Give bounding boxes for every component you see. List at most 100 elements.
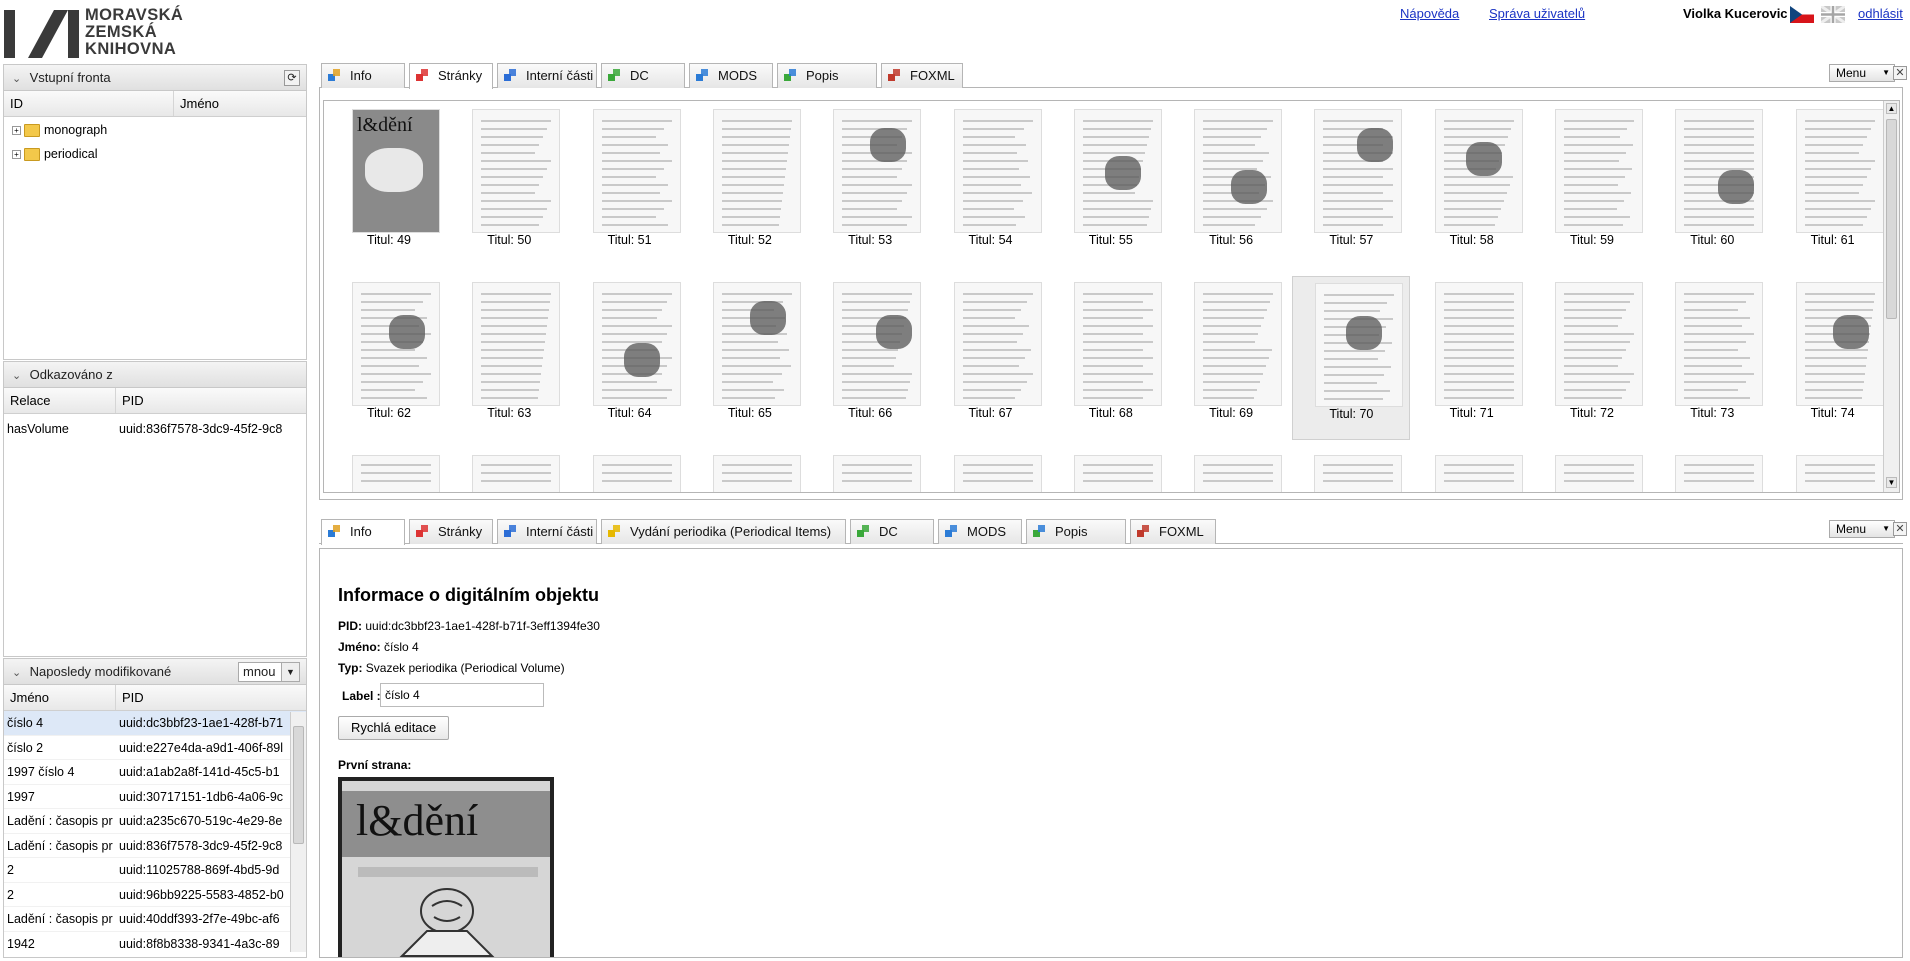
page-thumbnail[interactable]: Titul: 71 [1413,276,1531,440]
table-row[interactable]: 2 uuid:11025788-869f-4bd5-9d [4,858,306,883]
tab-info[interactable]: Info [321,519,405,545]
page-thumbnail[interactable]: Titul: 64 [571,276,689,440]
column-name[interactable]: Jméno [4,685,116,710]
tab-interní-části[interactable]: Interní části [497,519,597,544]
table-row[interactable]: 1997 uuid:30717151-1db6-4a06-9c [4,785,306,809]
page-thumbnail[interactable]: Titul: 67 [932,276,1050,440]
input-queue-header[interactable]: ⌄ Vstupní fronta ⟳ [4,65,306,91]
column-pid[interactable]: PID [116,388,306,413]
page-thumbnail[interactable]: Titul: 59 [1533,103,1651,267]
vertical-splitter[interactable] [309,64,315,958]
tab-foxml[interactable]: FOXML [881,63,963,88]
table-row[interactable]: číslo 4 uuid:dc3bbf23-1ae1-428f-b71 [4,711,306,736]
page-thumbnail[interactable] [1292,449,1410,492]
table-row[interactable]: číslo 2 uuid:e227e4da-a9d1-406f-89l [4,736,306,760]
referenced-header[interactable]: ⌄ Odkazováno z [4,362,306,388]
table-row[interactable]: 2 uuid:96bb9225-5583-4852-b0 [4,883,306,907]
column-name[interactable]: Jméno [174,91,306,116]
table-row[interactable]: Ladění : časopis pr uuid:836f7578-3dc9-45… [4,834,306,858]
recent-scrollbar[interactable] [290,712,306,952]
page-thumbnail[interactable] [1533,449,1651,492]
page-thumbnail[interactable]: Titul: 60 [1653,103,1771,267]
expand-icon[interactable]: + [12,150,21,160]
table-row[interactable]: 1997 číslo 4 uuid:a1ab2a8f-141d-45c5-b1 [4,760,306,785]
page-thumbnail[interactable]: Titul: 61 [1774,103,1892,267]
page-thumbnail[interactable]: Titul: 74 [1774,276,1892,440]
collapse-chevron-icon[interactable]: ⌄ [12,363,26,389]
page-thumbnail[interactable] [1172,449,1290,492]
first-page-image[interactable]: l&dění [338,777,554,957]
english-flag-icon[interactable] [1821,6,1845,23]
scroll-thumb[interactable] [293,726,304,844]
page-thumbnail[interactable]: Titul: 56 [1172,103,1290,267]
table-row[interactable]: hasVolume uuid:836f7578-3dc9-45f2-9c8 [4,417,306,442]
recent-header[interactable]: ⌄ Naposledy modifikované mnou ▼ [4,659,306,685]
page-thumbnail[interactable] [571,449,689,492]
page-thumbnail[interactable]: Titul: 58 [1413,103,1531,267]
page-thumbnail[interactable]: Titul: 51 [571,103,689,267]
page-thumbnail[interactable] [330,449,448,492]
tree-node-periodical[interactable]: + periodical [12,145,97,163]
page-thumbnail[interactable]: Titul: 63 [450,276,568,440]
column-pid[interactable]: PID [116,685,290,710]
collapse-chevron-icon[interactable]: ⌄ [12,66,26,92]
chevron-down-icon[interactable]: ▼ [281,663,299,681]
horizontal-splitter[interactable] [319,504,1903,512]
page-thumbnail[interactable]: Titul: 52 [691,103,809,267]
tab-dc[interactable]: DC [850,519,934,544]
tab-vydání-periodika-periodical-items-[interactable]: Vydání periodika (Periodical Items) [601,519,846,544]
help-link[interactable]: Nápověda [1400,6,1459,21]
scroll-up-icon[interactable]: ▲ [1886,103,1897,114]
tab-mods[interactable]: MODS [938,519,1022,544]
page-thumbnail[interactable]: Titul: 69 [1172,276,1290,440]
page-thumbnail[interactable] [1052,449,1170,492]
page-thumbnail[interactable] [1413,449,1531,492]
thumbnail-scrollbar[interactable]: ▲ ▼ [1883,101,1899,492]
table-row[interactable]: Ladění : časopis pr uuid:40ddf393-2f7e-49… [4,907,306,932]
page-thumbnail[interactable]: Titul: 50 [450,103,568,267]
page-thumbnail[interactable]: Titul: 68 [1052,276,1170,440]
logout-link[interactable]: odhlásit [1858,6,1903,21]
page-thumbnail[interactable] [691,449,809,492]
tab-info[interactable]: Info [321,63,405,88]
page-thumbnail[interactable] [450,449,568,492]
close-icon[interactable]: ✕ [1893,522,1907,536]
close-icon[interactable]: ✕ [1893,66,1907,80]
column-id[interactable]: ID [4,91,174,116]
tab-stránky[interactable]: Stránky [409,63,493,89]
page-thumbnail[interactable]: Titul: 55 [1052,103,1170,267]
page-thumbnail[interactable]: Titul: 54 [932,103,1050,267]
tab-mods[interactable]: MODS [689,63,773,88]
page-thumbnail[interactable] [1774,449,1892,492]
page-thumbnail[interactable]: l&dění Titul: 49 [330,103,448,267]
page-thumbnail[interactable] [932,449,1050,492]
refresh-icon[interactable]: ⟳ [284,70,300,86]
page-thumbnail[interactable] [811,449,929,492]
expand-icon[interactable]: + [12,126,21,136]
page-thumbnail[interactable]: Titul: 72 [1533,276,1651,440]
scroll-thumb[interactable] [1886,119,1897,319]
tab-foxml[interactable]: FOXML [1130,519,1216,544]
quick-edit-button[interactable]: Rychlá editace [338,716,450,740]
tree-node-monograph[interactable]: + monograph [12,121,107,139]
tab-popis[interactable]: Popis [1026,519,1126,544]
user-management-link[interactable]: Správa uživatelů [1489,6,1585,21]
page-thumbnail[interactable]: Titul: 65 [691,276,809,440]
label-input[interactable] [380,683,544,707]
filter-select[interactable]: mnou ▼ [238,662,300,682]
scroll-down-icon[interactable]: ▼ [1886,477,1897,488]
top-menu-button[interactable]: Menu ▼ [1829,64,1895,82]
czech-flag-icon[interactable] [1790,6,1814,23]
page-thumbnail[interactable]: Titul: 66 [811,276,929,440]
column-relation[interactable]: Relace [4,388,116,413]
tab-dc[interactable]: DC [601,63,685,88]
collapse-chevron-icon[interactable]: ⌄ [12,660,26,686]
table-row[interactable]: 1942 uuid:8f8b8338-9341-4a3c-89 [4,932,306,952]
tab-stránky[interactable]: Stránky [409,519,493,544]
page-thumbnail[interactable]: Titul: 70 [1292,276,1411,440]
page-thumbnail[interactable]: Titul: 53 [811,103,929,267]
page-thumbnail[interactable] [1653,449,1771,492]
bottom-menu-button[interactable]: Menu ▼ [1829,520,1895,538]
tab-popis[interactable]: Popis [777,63,877,88]
tab-interní-části[interactable]: Interní části [497,63,597,88]
